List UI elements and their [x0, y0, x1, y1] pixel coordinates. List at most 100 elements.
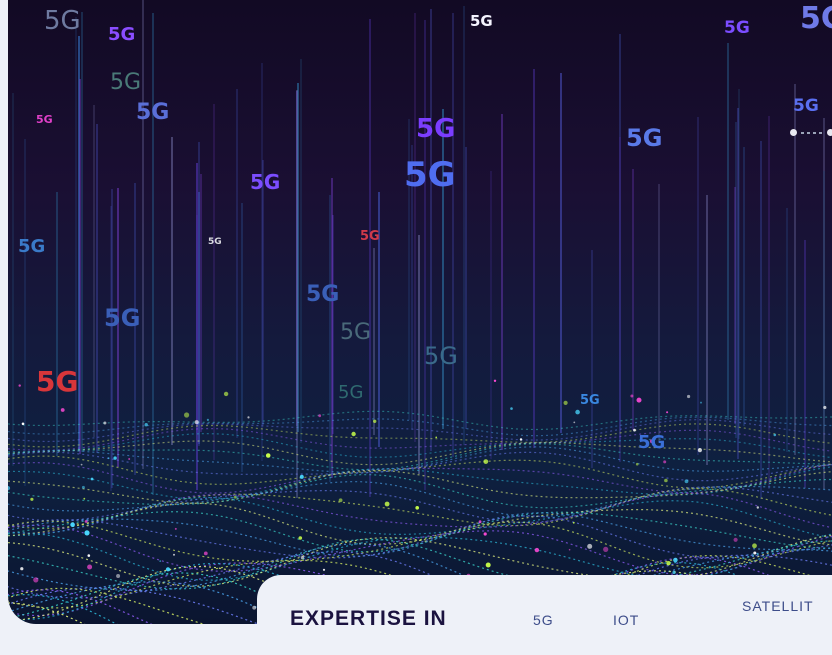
particle-dot: [697, 448, 703, 453]
expertise-item-satellite[interactable]: SATELLIT: [742, 598, 814, 614]
terrain-wave: [8, 532, 832, 581]
particle-dot: [18, 384, 21, 387]
particle-dot: [265, 453, 271, 458]
particle-dot: [415, 506, 420, 510]
particle-dot: [33, 577, 39, 583]
particle-dot: [493, 379, 497, 382]
particle-dot: [351, 431, 356, 437]
particle-dot: [534, 547, 540, 553]
particle-dot: [700, 401, 702, 404]
particle-dot: [568, 548, 571, 551]
particle-dot: [60, 408, 65, 412]
particle-dot: [752, 543, 757, 549]
particle-dot: [206, 418, 209, 421]
particle-dot: [299, 474, 304, 479]
tag-5g: 5G: [580, 393, 600, 408]
expertise-item-5g[interactable]: 5G: [533, 612, 554, 628]
particle-dot: [663, 460, 667, 464]
particle-dot: [223, 391, 229, 397]
tag-5g: 5G: [44, 6, 81, 36]
particle-dot: [87, 554, 91, 557]
particle-dot: [664, 478, 668, 483]
particle-dot: [373, 419, 377, 423]
particle-dot: [84, 530, 90, 536]
particle-dot: [687, 394, 691, 399]
particle-dot: [483, 532, 487, 536]
terrain-wave: [8, 419, 832, 443]
terrain-wave: [8, 410, 832, 431]
terrain-wave: [8, 416, 832, 437]
tag-5g: 5G: [104, 304, 141, 332]
particle-dot: [87, 564, 93, 570]
terrain-wave: [8, 486, 832, 524]
expertise-title: EXPERTISE IN: [290, 607, 447, 630]
particle-dot: [672, 570, 676, 575]
particle-dot: [81, 485, 85, 489]
particle-dot: [587, 543, 593, 549]
terrain-wave: [8, 496, 832, 539]
terrain-wave: [8, 451, 832, 482]
particle-dot: [666, 561, 671, 566]
particle-dot: [300, 556, 304, 560]
particle-dot: [435, 436, 438, 439]
particle-dot: [322, 568, 326, 571]
carousel-dot[interactable]: [827, 129, 832, 136]
particle-dot: [203, 551, 208, 556]
particle-dot: [8, 486, 11, 491]
tag-5g: 5G: [360, 229, 380, 244]
carousel-dash: [819, 132, 822, 134]
particle-dot: [733, 537, 738, 542]
particle-dot: [673, 557, 678, 563]
carousel-dot-active[interactable]: [790, 129, 797, 136]
terrain-wave: [8, 515, 832, 559]
particle-dot: [128, 458, 131, 460]
particle-dot: [247, 416, 250, 419]
particle-dot: [20, 567, 24, 571]
terrain-wave: [8, 511, 832, 553]
particle-dot: [603, 546, 609, 553]
particle-dot: [478, 520, 482, 524]
carousel-dash: [807, 132, 810, 134]
particle-dot: [753, 551, 757, 555]
particle-dot: [684, 479, 689, 484]
particle-dot: [144, 423, 148, 427]
particle-dot: [84, 520, 88, 523]
particle-dot: [563, 400, 568, 405]
carousel-dash: [801, 132, 804, 134]
particle-dot: [519, 438, 523, 441]
tag-5g: 5G: [800, 1, 832, 36]
expertise-item-iot[interactable]: IOT: [613, 612, 639, 628]
particle-dot: [80, 463, 83, 466]
particle-dot: [575, 409, 580, 415]
particle-dot: [485, 562, 491, 568]
carousel-pagination[interactable]: [788, 127, 832, 139]
particle-dot: [666, 411, 669, 414]
tag-5g: 5G: [36, 113, 53, 126]
tag-5g: 5G: [638, 432, 666, 453]
tag-5g: 5G: [416, 114, 456, 144]
particle-dot: [756, 506, 759, 509]
particle-dot: [184, 412, 190, 418]
particle-dot: [384, 501, 390, 507]
tag-5g: 5G: [470, 12, 493, 30]
particle-dot: [636, 397, 642, 403]
particle-dot: [173, 553, 175, 556]
terrain-wave: [8, 428, 832, 452]
particle-dot: [159, 560, 161, 562]
particle-dot: [573, 421, 576, 424]
particle-dot: [107, 457, 110, 460]
particle-dot: [70, 522, 75, 527]
particle-dot: [635, 462, 639, 466]
terrain-wave: [8, 423, 832, 448]
tag-5g: 5G: [36, 365, 79, 398]
particle-dot: [630, 394, 634, 398]
terrain-wave: [8, 443, 832, 471]
tag-5g: 5G: [724, 18, 750, 38]
tag-5g: 5G: [424, 342, 458, 370]
terrain-wave: [8, 446, 832, 474]
tag-5g: 5G: [18, 236, 46, 257]
particle-dot: [338, 498, 343, 503]
particle-dot: [103, 421, 107, 425]
carousel-dash: [813, 132, 816, 134]
particle-dot: [823, 405, 827, 410]
